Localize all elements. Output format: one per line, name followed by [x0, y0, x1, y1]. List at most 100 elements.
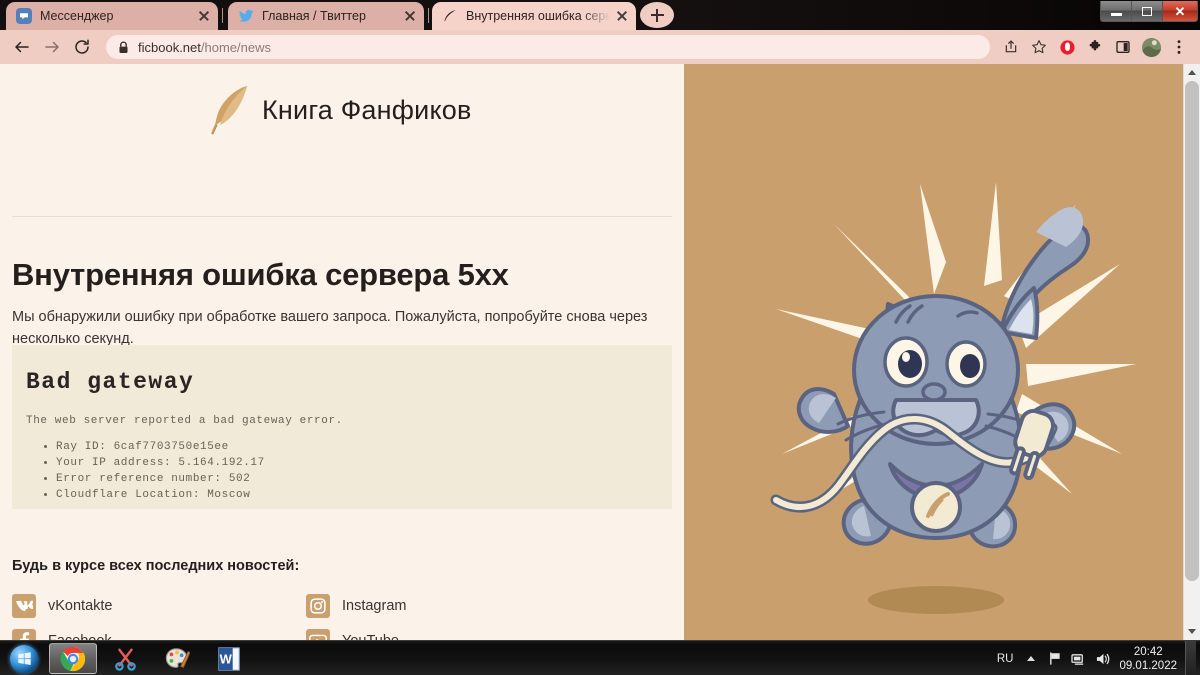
paint-palette-icon — [164, 646, 190, 672]
page-lead-text: Мы обнаружили ошибку при обработке вашег… — [12, 306, 667, 350]
error-box-list: Ray ID: 6caf7703750e15ee Your IP address… — [12, 439, 672, 503]
window-controls: ✕ — [1100, 1, 1198, 22]
scroll-down-button[interactable] — [1184, 623, 1200, 640]
clock-date: 09.01.2022 — [1119, 660, 1177, 672]
windows-start-orb-icon — [10, 645, 38, 673]
show-hidden-icons-button[interactable] — [1019, 641, 1043, 675]
header-divider — [12, 216, 672, 217]
page-title: Внутренняя ошибка сервера 5xx — [12, 257, 509, 293]
profile-button[interactable] — [1138, 34, 1164, 60]
forward-arrow-icon — [43, 38, 61, 56]
volume-icon — [1095, 652, 1111, 666]
paint-taskbar-button[interactable] — [153, 643, 201, 674]
error-details-box: Bad gateway The web server reported a ba… — [12, 345, 672, 509]
screen: Мессенджер Главная / Твиттер Внутренняя … — [0, 0, 1200, 675]
error-box-description: The web server reported a bad gateway er… — [12, 395, 672, 427]
social-link-label: Facebook — [48, 633, 112, 641]
social-link-facebook[interactable]: Facebook — [12, 623, 306, 640]
facebook-glyph — [19, 631, 30, 640]
youtube-icon — [306, 629, 330, 641]
show-desktop-button[interactable] — [1185, 641, 1196, 675]
action-center-flag-icon — [1048, 651, 1063, 666]
scrollbar-thumb[interactable] — [1185, 81, 1199, 581]
tab-title: Внутренняя ошибка сервера | К — [466, 9, 610, 23]
address-bar[interactable]: ficbook.net/home/news — [106, 35, 990, 59]
network-icon — [1071, 652, 1087, 666]
windows-taskbar: W RU — [0, 640, 1200, 675]
vk-glyph — [16, 600, 33, 611]
opera-vpn-icon — [1059, 39, 1076, 56]
tab-server-error[interactable]: Внутренняя ошибка сервера | К — [432, 2, 636, 30]
share-button[interactable] — [998, 34, 1024, 60]
frazzled-cat-with-power-cord-illustration — [684, 64, 1184, 640]
tab-close-icon[interactable] — [614, 8, 630, 24]
page-content-column: Книга Фанфиков Внутренняя ошибка сервера… — [0, 64, 684, 640]
opera-vpn-button[interactable] — [1054, 34, 1080, 60]
windows-flag-glyph — [17, 651, 32, 666]
page-viewport: Книга Фанфиков Внутренняя ошибка сервера… — [0, 64, 1200, 640]
network-button[interactable] — [1067, 641, 1091, 675]
facebook-icon — [12, 629, 36, 641]
scroll-up-button[interactable] — [1184, 64, 1200, 81]
minimize-button[interactable] — [1101, 1, 1131, 21]
twitter-icon — [238, 8, 254, 24]
tab-twitter[interactable]: Главная / Твиттер — [228, 2, 424, 30]
ficbook-quill-icon — [442, 8, 458, 24]
social-link-label: Instagram — [342, 598, 406, 614]
social-section-title: Будь в курсе всех последних новостей: — [12, 558, 299, 574]
url-domain: ficbook.net — [138, 40, 201, 55]
word-taskbar-button[interactable]: W — [205, 643, 253, 674]
clock-time: 20:42 — [1134, 646, 1163, 658]
list-item: Error reference number: 502 — [56, 471, 672, 487]
url-path: /home/news — [201, 40, 271, 55]
volume-button[interactable] — [1091, 641, 1115, 675]
snipping-tool-taskbar-button[interactable] — [101, 643, 149, 674]
tab-separator — [222, 8, 223, 23]
profile-avatar-icon — [1142, 38, 1161, 57]
site-logo-text: Книга Фанфиков — [262, 95, 472, 126]
reload-button[interactable] — [68, 33, 96, 61]
bookmark-button[interactable] — [1026, 34, 1052, 60]
restore-button[interactable] — [1131, 1, 1162, 21]
bookmark-star-icon — [1031, 39, 1047, 55]
chrome-icon — [60, 646, 86, 672]
page-scrollbar[interactable] — [1183, 64, 1200, 640]
site-logo[interactable]: Книга Фанфиков — [0, 64, 684, 156]
back-button[interactable] — [8, 33, 36, 61]
three-dot-menu-icon — [1172, 39, 1186, 55]
reload-icon — [73, 38, 91, 56]
cat-shadow — [868, 586, 1004, 614]
social-link-instagram[interactable]: Instagram — [306, 588, 600, 623]
show-hidden-icons-chevron-icon — [1026, 655, 1036, 663]
new-tab-button[interactable] — [640, 2, 674, 28]
language-indicator[interactable]: RU — [991, 653, 1020, 665]
browser-toolbar: ficbook.net/home/news — [0, 30, 1200, 64]
error-box-title: Bad gateway — [12, 345, 672, 395]
vk-icon — [12, 594, 36, 618]
social-link-label: vKontakte — [48, 598, 113, 614]
browser-window: Мессенджер Главная / Твиттер Внутренняя … — [0, 0, 1200, 640]
start-button[interactable] — [3, 643, 45, 675]
action-center-button[interactable] — [1043, 641, 1067, 675]
tab-messenger[interactable]: Мессенджер — [6, 2, 218, 30]
forward-button[interactable] — [38, 33, 66, 61]
list-item: Your IP address: 5.164.192.17 — [56, 455, 672, 471]
feather-quill-icon — [208, 83, 252, 137]
avatar-image — [1142, 38, 1161, 57]
social-link-label: YouTube — [342, 633, 399, 641]
chrome-taskbar-button[interactable] — [49, 643, 97, 674]
tab-close-icon[interactable] — [196, 8, 212, 24]
close-button[interactable]: ✕ — [1162, 1, 1197, 21]
lock-icon — [118, 41, 129, 54]
taskbar-clock[interactable]: 20:42 09.01.2022 — [1115, 645, 1185, 673]
social-link-vkontakte[interactable]: vKontakte — [12, 588, 306, 623]
word-icon: W — [217, 646, 241, 672]
tab-close-icon[interactable] — [402, 8, 418, 24]
social-link-youtube[interactable]: YouTube — [306, 623, 600, 640]
address-bar-url: ficbook.net/home/news — [138, 40, 271, 55]
svg-text:W: W — [220, 651, 233, 666]
illustration-panel — [684, 64, 1184, 640]
extensions-button[interactable] — [1082, 34, 1108, 60]
chrome-menu-button[interactable] — [1166, 34, 1192, 60]
side-panel-button[interactable] — [1110, 34, 1136, 60]
